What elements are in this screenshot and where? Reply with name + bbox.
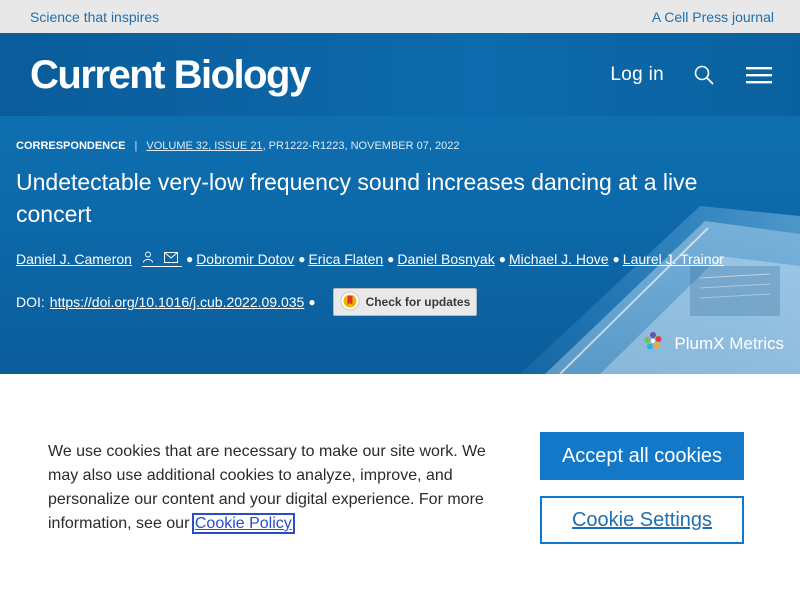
cookie-policy-link[interactable]: Cookie Policy	[191, 513, 295, 534]
crossmark-icon	[340, 291, 360, 314]
doi-label: DOI:	[16, 294, 45, 310]
check-for-updates-label: Check for updates	[365, 295, 471, 309]
author-separator-dot: ●	[612, 251, 620, 266]
doi-row: DOI: https://doi.org/10.1016/j.cub.2022.…	[16, 288, 478, 316]
meta-separator: |	[134, 140, 138, 152]
plumx-icon	[642, 330, 664, 357]
doi-link[interactable]: https://doi.org/10.1016/j.cub.2022.09.03…	[50, 294, 305, 310]
article-title: Undetectable very-low frequency sound in…	[16, 169, 698, 227]
email-icon[interactable]	[163, 250, 178, 266]
login-link[interactable]: Log in	[610, 64, 664, 86]
article-meta: CORRESPONDENCE | VOLUME 32, ISSUE 21, PR…	[16, 140, 459, 152]
author-link[interactable]: Laurel J. Trainor	[623, 251, 724, 267]
author-link[interactable]: Dobromir Dotov	[196, 251, 294, 267]
author-separator-dot: ●	[387, 251, 395, 266]
author-separator-dot: ●	[185, 251, 194, 266]
person-icon[interactable]	[142, 250, 154, 266]
author-list: Daniel J. Cameron ● Dobromir Dotov ● Eri…	[16, 250, 724, 267]
author-link[interactable]: Erica Flaten	[308, 251, 383, 267]
accept-all-cookies-button[interactable]: Accept all cookies	[540, 432, 744, 480]
author-separator-dot: ●	[298, 251, 306, 266]
plumx-metrics[interactable]: PlumX Metrics	[642, 330, 784, 357]
science-that-inspires-link[interactable]: Science that inspires	[30, 9, 159, 25]
author-separator-dot: ●	[498, 251, 506, 266]
current-biology-logo[interactable]: Current Biology	[30, 55, 311, 95]
hamburger-menu-icon[interactable]	[746, 65, 772, 85]
cookie-consent-banner: We use cookies that are necessary to mak…	[0, 375, 800, 600]
top-utility-bar: Science that inspires A Cell Press journ…	[0, 0, 800, 33]
cookie-message: We use cookies that are necessary to mak…	[48, 440, 498, 536]
plumx-label: PlumX Metrics	[674, 333, 784, 353]
corresponding-author-icons	[141, 250, 182, 267]
article-type: CORRESPONDENCE	[16, 140, 126, 152]
article-hero: CORRESPONDENCE | VOLUME 32, ISSUE 21, PR…	[0, 116, 800, 374]
header-actions: Log in	[610, 64, 772, 86]
doi-separator-dot: ●	[308, 295, 316, 309]
check-for-updates-button[interactable]: Check for updates	[332, 288, 478, 316]
cookie-settings-button[interactable]: Cookie Settings	[540, 496, 744, 544]
author-link[interactable]: Daniel Bosnyak	[397, 251, 494, 267]
author-link[interactable]: Daniel J. Cameron	[16, 251, 132, 267]
search-icon[interactable]	[694, 65, 714, 85]
site-header: Current Biology Log in	[0, 33, 800, 116]
volume-issue-link[interactable]: VOLUME 32, ISSUE 21	[146, 140, 262, 152]
cell-press-journal-link[interactable]: A Cell Press journal	[652, 9, 774, 25]
pages-date: , PR1222-R1223, NOVEMBER 07, 2022	[262, 140, 460, 152]
author-link[interactable]: Michael J. Hove	[509, 251, 609, 267]
